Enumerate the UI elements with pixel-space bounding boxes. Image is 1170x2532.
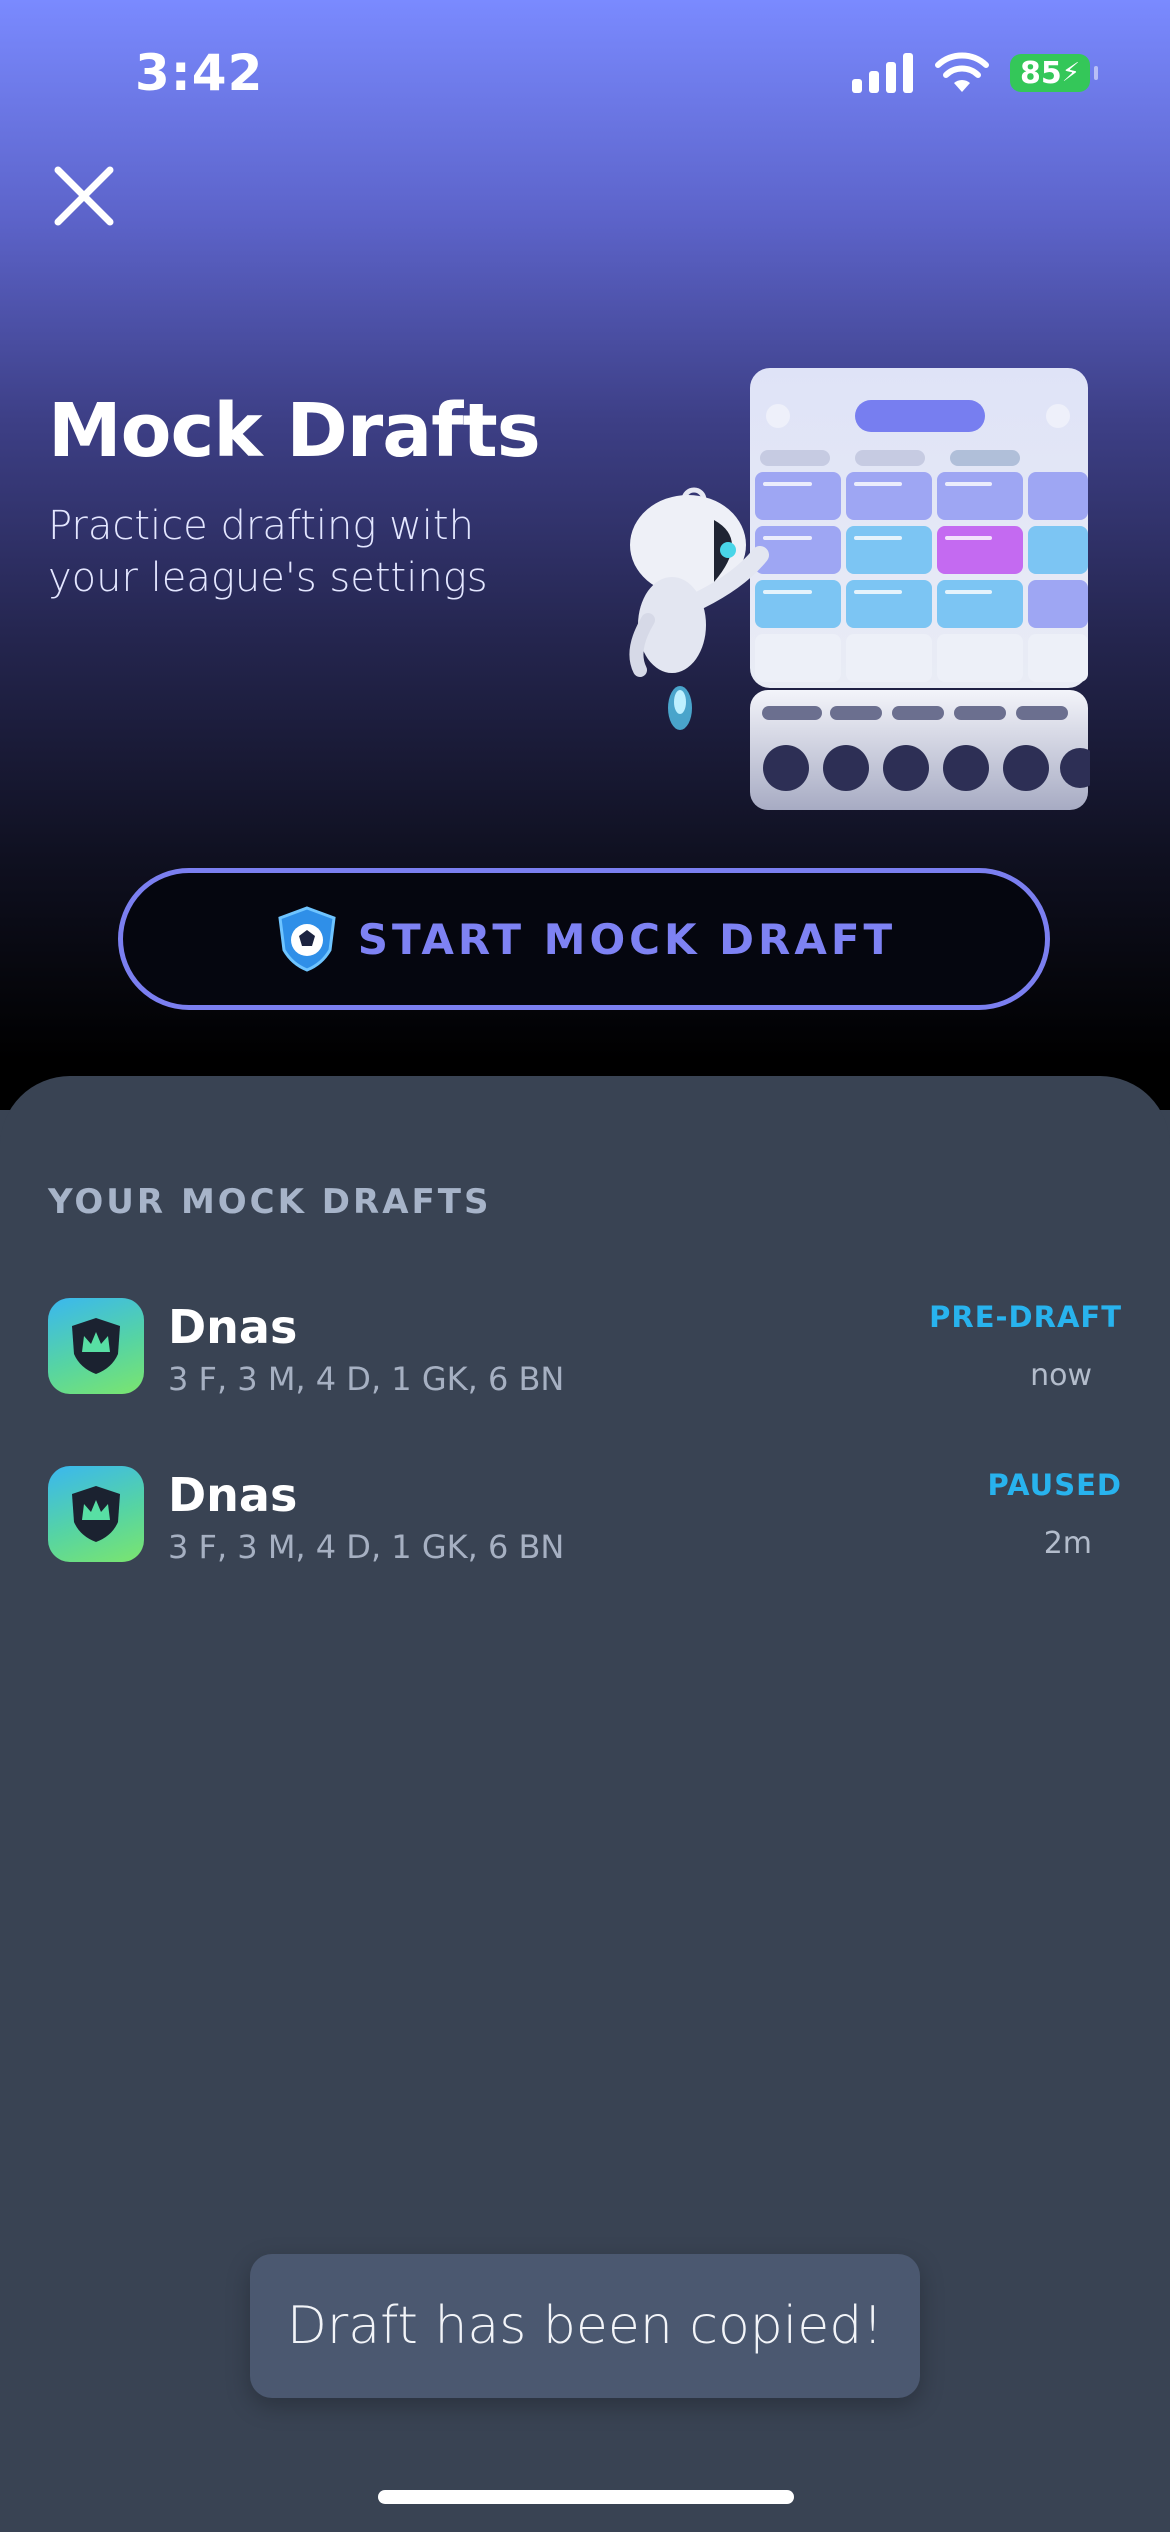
toast-message: Draft has been copied! (286, 2296, 884, 2356)
cellular-signal-icon (852, 53, 913, 93)
league-icon (48, 1298, 144, 1394)
mock-draft-list-item[interactable]: Dnas 3 F, 3 M, 4 D, 1 GK, 6 BN PRE-DRAFT… (48, 1298, 1122, 1418)
draft-name: Dnas (168, 1300, 298, 1354)
draft-roster: 3 F, 3 M, 4 D, 1 GK, 6 BN (168, 1360, 565, 1398)
league-icon (48, 1466, 144, 1562)
battery-charging-icon: 85 ⚡ (1010, 54, 1098, 92)
battery-level: 85 (1019, 55, 1062, 91)
toast-notification: Draft has been copied! (250, 2254, 920, 2398)
status-icons: 85 ⚡ (852, 52, 1098, 94)
draft-timestamp: now (1030, 1358, 1092, 1393)
start-mock-draft-button[interactable]: START MOCK DRAFT (118, 868, 1050, 1010)
page-subtitle: Practice drafting with your league's set… (48, 503, 488, 601)
page-title: Mock Drafts (48, 388, 541, 474)
status-time: 3:42 (135, 44, 264, 102)
draft-name: Dnas (168, 1468, 298, 1522)
wifi-icon (935, 52, 989, 92)
home-indicator[interactable] (378, 2490, 794, 2504)
draft-status-badge: PRE-DRAFT (929, 1300, 1122, 1334)
crown-shield-icon (72, 1486, 120, 1542)
draft-roster: 3 F, 3 M, 4 D, 1 GK, 6 BN (168, 1528, 565, 1566)
draft-timestamp: 2m (1043, 1526, 1092, 1561)
section-title: YOUR MOCK DRAFTS (48, 1182, 492, 1222)
start-mock-draft-label: START MOCK DRAFT (357, 914, 897, 964)
draft-status-badge: PAUSED (987, 1468, 1122, 1502)
close-icon[interactable] (48, 160, 120, 232)
robot-draft-board-illustration (629, 368, 1090, 810)
crown-shield-icon (72, 1318, 120, 1374)
soccer-shield-icon (278, 906, 336, 972)
mock-draft-list-item[interactable]: Dnas 3 F, 3 M, 4 D, 1 GK, 6 BN PAUSED 2m (48, 1466, 1122, 1586)
